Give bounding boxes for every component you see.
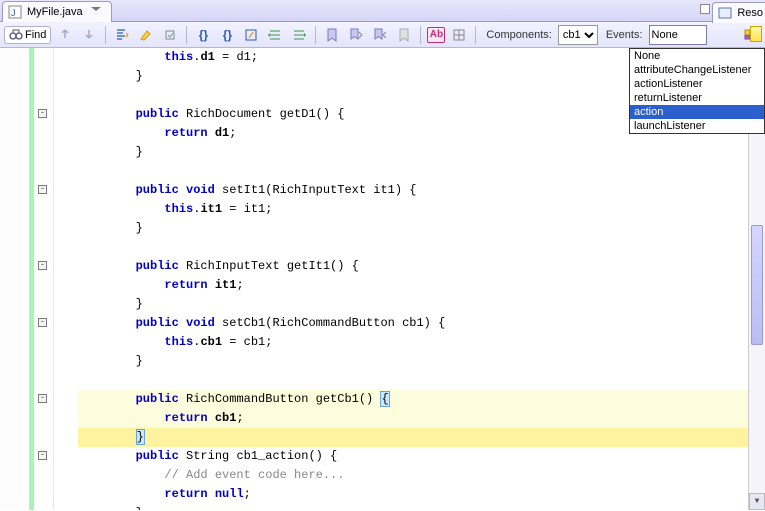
fold-toggle-icon[interactable]: - xyxy=(38,394,47,403)
code-line[interactable]: public void setIt1(RichInputText it1) { xyxy=(78,181,748,200)
surround-icon[interactable] xyxy=(241,25,261,45)
events-dropdown-button[interactable] xyxy=(750,26,762,42)
code-line[interactable]: public RichInputText getIt1() { xyxy=(78,257,748,276)
code-line[interactable]: } xyxy=(78,295,748,314)
code-line[interactable]: } xyxy=(78,219,748,238)
editor-tab-bar: J MyFile.java Reso xyxy=(0,0,765,22)
components-select[interactable]: cb1 xyxy=(558,25,598,45)
assist-icon[interactable] xyxy=(160,25,180,45)
code-line[interactable]: return it1; xyxy=(78,276,748,295)
fold-toggle-icon[interactable]: - xyxy=(38,185,47,194)
code-line[interactable]: } xyxy=(78,143,748,162)
fold-toggle-icon[interactable]: - xyxy=(38,318,47,327)
code-line[interactable] xyxy=(78,162,748,181)
find-next-icon[interactable] xyxy=(79,25,99,45)
code-line[interactable]: public RichCommandButton getCb1() { xyxy=(78,390,748,409)
fold-toggle-icon[interactable]: - xyxy=(38,451,47,460)
bookmark-clear-icon[interactable] xyxy=(394,25,414,45)
events-option[interactable]: returnListener xyxy=(630,91,764,105)
code-line[interactable]: } xyxy=(78,504,748,510)
truncated-tab-label: Reso xyxy=(737,7,763,19)
find-prev-icon[interactable] xyxy=(55,25,75,45)
events-label: Events: xyxy=(606,29,643,41)
bookmark-prev-icon[interactable] xyxy=(346,25,366,45)
code-line[interactable]: } xyxy=(78,428,748,447)
events-dropdown-list[interactable]: NoneattributeChangeListeneractionListene… xyxy=(629,48,765,134)
events-input[interactable] xyxy=(649,25,707,45)
events-option[interactable]: launchListener xyxy=(630,119,764,133)
editor-toolbar: Find {} {} Ab Components: xyxy=(0,22,765,48)
code-line[interactable]: public void setCb1(RichCommandButton cb1… xyxy=(78,314,748,333)
events-option[interactable]: None xyxy=(630,49,764,63)
toolbar-separator xyxy=(420,26,421,44)
scroll-down-icon[interactable]: ▼ xyxy=(749,493,765,510)
file-tab-active[interactable]: J MyFile.java xyxy=(2,1,112,22)
highlight-icon[interactable] xyxy=(136,25,156,45)
code-line[interactable] xyxy=(78,238,748,257)
events-option[interactable]: actionListener xyxy=(630,77,764,91)
binoculars-icon xyxy=(9,28,23,42)
reformat-icon[interactable] xyxy=(112,25,132,45)
code-line[interactable]: } xyxy=(78,352,748,371)
code-line[interactable]: this.cb1 = cb1; xyxy=(78,333,748,352)
bookmark-toggle-icon[interactable] xyxy=(322,25,342,45)
braces-icon[interactable]: {} xyxy=(193,25,213,45)
toolbar-separator xyxy=(315,26,316,44)
toolbar-separator xyxy=(475,26,476,44)
ab-toggle-button[interactable]: Ab xyxy=(427,27,445,43)
fold-gutter[interactable]: - - - - - - xyxy=(34,48,54,510)
find-group[interactable]: Find xyxy=(4,26,51,44)
bookmark-next-icon[interactable] xyxy=(370,25,390,45)
find-label: Find xyxy=(25,29,46,41)
fold-toggle-icon[interactable]: - xyxy=(38,261,47,270)
indent-icon[interactable] xyxy=(265,25,285,45)
line-gutter xyxy=(0,48,30,510)
components-label: Components: xyxy=(486,29,551,41)
events-option[interactable]: attributeChangeListener xyxy=(630,63,764,77)
outdent-icon[interactable] xyxy=(289,25,309,45)
java-file-icon: J xyxy=(7,4,23,20)
code-line[interactable]: return cb1; xyxy=(78,409,748,428)
tab-restore-icon[interactable] xyxy=(700,4,710,14)
tab-label: MyFile.java xyxy=(27,6,83,18)
tab-dropdown-icon[interactable] xyxy=(91,7,101,17)
code-line[interactable]: // Add event code here... xyxy=(78,466,748,485)
grid-icon[interactable] xyxy=(449,25,469,45)
truncated-panel-tab[interactable]: Reso xyxy=(712,0,765,22)
code-line[interactable] xyxy=(78,371,748,390)
toolbar-separator xyxy=(186,26,187,44)
code-line[interactable]: this.it1 = it1; xyxy=(78,200,748,219)
fold-toggle-icon[interactable]: - xyxy=(38,109,47,118)
scroll-thumb[interactable] xyxy=(751,225,763,345)
code-line[interactable]: public String cb1_action() { xyxy=(78,447,748,466)
toolbar-separator xyxy=(105,26,106,44)
resource-panel-icon xyxy=(717,5,733,21)
svg-text:J: J xyxy=(11,8,16,18)
code-line[interactable]: return null; xyxy=(78,485,748,504)
braces2-icon[interactable]: {} xyxy=(217,25,237,45)
events-option[interactable]: action xyxy=(630,105,764,119)
